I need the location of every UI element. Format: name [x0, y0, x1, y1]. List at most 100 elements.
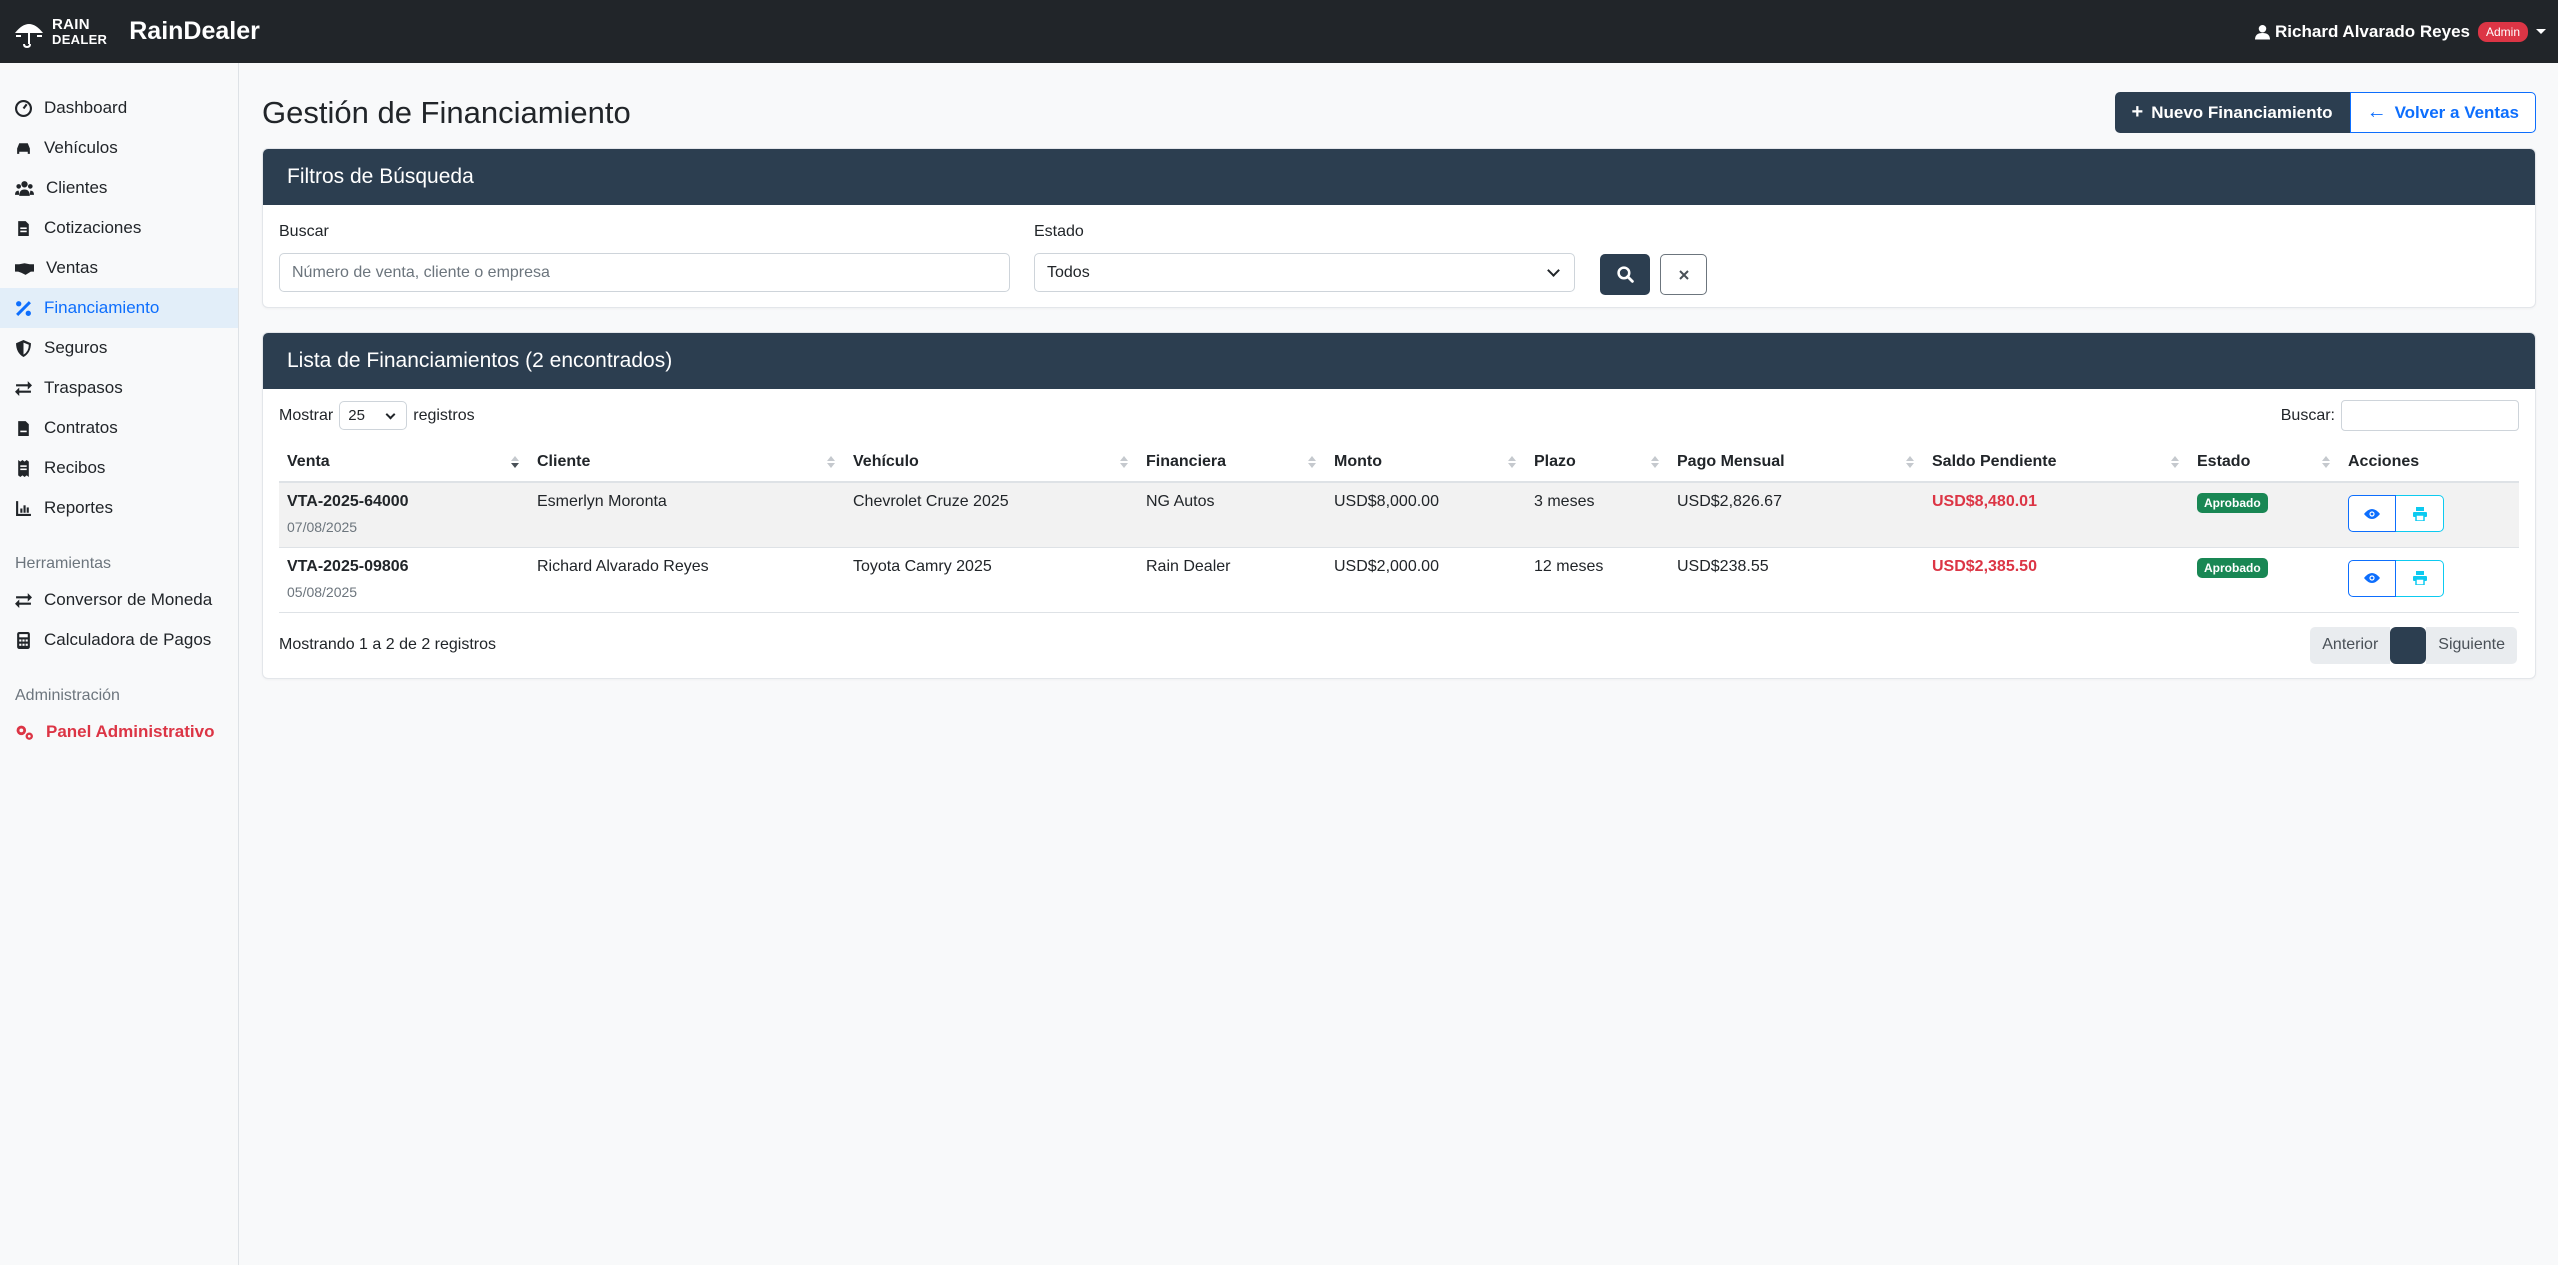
column-header-cliente[interactable]: Cliente	[529, 442, 845, 483]
cell-cliente: Esmerlyn Moronta	[529, 482, 845, 548]
cell-venta: VTA-2025-09806 05/08/2025	[279, 547, 529, 613]
sidebar-item-calculadora[interactable]: Calculadora de Pagos	[0, 620, 238, 660]
sidebar-item-label: Seguros	[44, 338, 108, 357]
table-search-input[interactable]	[2341, 400, 2519, 431]
sidebar-item-label: Contratos	[44, 418, 118, 437]
table-row: VTA-2025-09806 05/08/2025 Richard Alvara…	[279, 547, 2519, 613]
sidebar-item-label: Traspasos	[44, 378, 123, 397]
status-group: Estado Todos	[1034, 223, 1575, 307]
main-content: Gestión de Financiamiento + Nuevo Financ…	[262, 63, 2536, 679]
column-header-saldo-pendiente[interactable]: Saldo Pendiente	[1924, 442, 2189, 483]
chevron-down-icon	[385, 409, 396, 419]
table-row: VTA-2025-64000 07/08/2025 Esmerlyn Moron…	[279, 482, 2519, 548]
sidebar-item-label: Dashboard	[44, 98, 128, 117]
user-menu[interactable]: Richard Alvarado Reyes Admin	[2255, 21, 2546, 42]
search-icon	[1616, 266, 1634, 283]
search-button[interactable]	[1600, 254, 1650, 295]
column-header-pago-mensual[interactable]: Pago Mensual	[1669, 442, 1924, 483]
prev-page-button[interactable]: Anterior	[2310, 626, 2391, 664]
sidebar-item-vehiculos[interactable]: Vehículos	[0, 128, 238, 168]
status-badge: Aprobado	[2197, 557, 2268, 578]
sort-icon	[1906, 456, 1914, 468]
sort-icon	[2322, 456, 2330, 468]
brand-name[interactable]: RainDealer	[129, 17, 260, 46]
column-header-financiera[interactable]: Financiera	[1138, 442, 1326, 483]
status-select[interactable]: Todos	[1034, 253, 1575, 292]
column-header-plazo[interactable]: Plazo	[1526, 442, 1669, 483]
filters-card: Filtros de Búsqueda Buscar Número de ven…	[262, 148, 2536, 308]
cell-vehiculo: Toyota Camry 2025	[845, 547, 1138, 613]
sidebar-item-panel-administrativo[interactable]: Panel Administrativo	[0, 712, 238, 752]
sidebar-item-conversor[interactable]: Conversor de Moneda	[0, 580, 238, 620]
column-label: Estado	[2197, 452, 2251, 470]
cell-cliente: Richard Alvarado Reyes	[529, 547, 845, 613]
print-button[interactable]	[2396, 495, 2444, 532]
print-icon	[2412, 506, 2427, 521]
sidebar-item-financiamiento[interactable]: Financiamiento	[0, 288, 238, 328]
sale-date: 05/08/2025	[287, 583, 358, 600]
print-button[interactable]	[2396, 559, 2444, 597]
page-title: Gestión de Financiamiento	[262, 94, 631, 130]
saldo-value: USD$2,385.50	[1932, 557, 2037, 575]
print-icon	[2412, 571, 2427, 585]
column-header-venta[interactable]: Venta	[279, 442, 529, 483]
next-page-button[interactable]: Siguiente	[2426, 626, 2517, 664]
sidebar-item-dashboard[interactable]: Dashboard	[0, 88, 238, 128]
search-input[interactable]: Número de venta, cliente o empresa	[279, 253, 1010, 292]
filters-body: Buscar Número de venta, cliente o empres…	[263, 205, 2535, 307]
current-page-button[interactable]	[2390, 626, 2427, 664]
cell-monto: USD$2,000.00	[1326, 547, 1526, 613]
sidebar-item-ventas[interactable]: Ventas	[0, 248, 238, 288]
sidebar-item-label: Reportes	[44, 498, 113, 517]
cell-financiera: NG Autos	[1138, 482, 1326, 548]
sidebar-item-clientes[interactable]: Clientes	[0, 168, 238, 208]
sidebar-item-label: Panel Administrativo	[46, 722, 215, 741]
sidebar-item-traspasos[interactable]: Traspasos	[0, 368, 238, 408]
cell-pago-mensual: USD$2,826.67	[1669, 482, 1924, 548]
sort-icon	[511, 456, 519, 468]
cell-plazo: 3 meses	[1526, 482, 1669, 548]
sidebar-item-reportes[interactable]: Reportes	[0, 488, 238, 528]
arrow-left-icon: ←	[2366, 101, 2387, 123]
page-size-select[interactable]: 25	[339, 401, 408, 430]
column-label: Pago Mensual	[1677, 452, 1785, 470]
cell-saldo: USD$8,480.01	[1924, 482, 2189, 548]
sale-date: 07/08/2025	[287, 519, 358, 535]
table-search-label: Buscar:	[2280, 406, 2335, 424]
column-header-estado[interactable]: Estado	[2189, 442, 2340, 483]
percent-icon	[16, 300, 31, 316]
sidebar-item-recibos[interactable]: Recibos	[0, 448, 238, 488]
search-placeholder: Número de venta, cliente o empresa	[292, 263, 550, 281]
cogs-icon	[16, 725, 33, 740]
close-icon	[1678, 269, 1689, 280]
exchange-icon	[15, 592, 32, 608]
sidebar-item-seguros[interactable]: Seguros	[0, 328, 238, 368]
search-label: Buscar	[279, 223, 329, 240]
cell-venta: VTA-2025-64000 07/08/2025	[279, 482, 529, 548]
cell-pago-mensual: USD$238.55	[1669, 547, 1924, 613]
view-button[interactable]	[2348, 559, 2396, 597]
sidebar-item-label: Clientes	[46, 178, 108, 197]
new-financing-button[interactable]: + Nuevo Financiamiento	[2114, 92, 2350, 133]
view-button[interactable]	[2348, 495, 2396, 532]
sidebar-item-label: Cotizaciones	[44, 218, 142, 237]
chart-line-icon	[16, 500, 31, 516]
table-info: Mostrando 1 a 2 de 2 registros	[279, 636, 497, 653]
dashboard-icon	[15, 99, 32, 117]
sidebar-item-contratos[interactable]: Contratos	[0, 408, 238, 448]
calculator-icon	[17, 631, 30, 649]
column-header-vehiculo[interactable]: Vehículo	[845, 442, 1138, 483]
table-header-row: Venta Cliente Vehículo Financiera Monto …	[279, 442, 2519, 483]
column-label: Vehículo	[853, 452, 919, 470]
sidebar-item-label: Calculadora de Pagos	[44, 630, 212, 649]
back-to-sales-button[interactable]: ← Volver a Ventas	[2349, 92, 2536, 133]
clear-filters-button[interactable]	[1660, 254, 1707, 295]
page-size-control: Mostrar 25 registros	[279, 401, 475, 430]
back-to-sales-label: Volver a Ventas	[2394, 102, 2519, 122]
column-header-monto[interactable]: Monto	[1326, 442, 1526, 483]
sale-number: VTA-2025-64000	[287, 493, 409, 510]
brand-logo[interactable]: RAIN DEALER	[12, 15, 107, 49]
logo-text: RAIN DEALER	[52, 17, 107, 47]
sidebar-item-cotizaciones[interactable]: Cotizaciones	[0, 208, 238, 248]
car-icon	[17, 142, 30, 154]
